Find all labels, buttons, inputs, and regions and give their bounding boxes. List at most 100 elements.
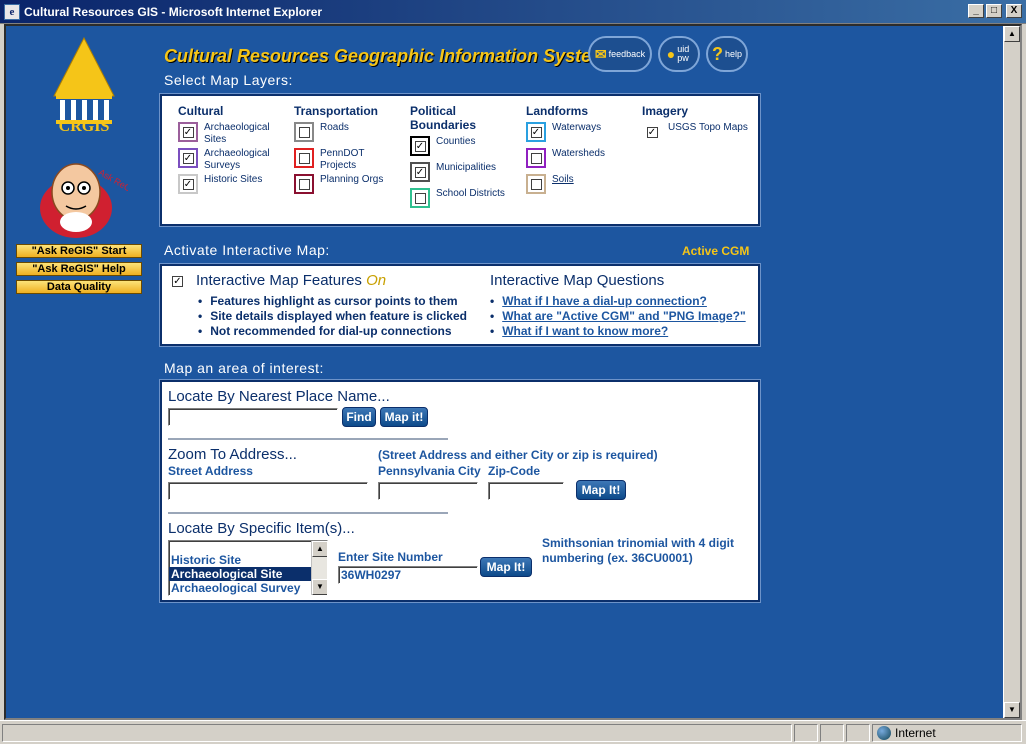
dialup-question-link[interactable]: What if I have a dial-up connection? <box>502 294 707 308</box>
envelope-icon: ✉ <box>594 45 607 62</box>
globe-icon <box>877 725 891 740</box>
layer-item[interactable]: ✓ Archaeological Sites <box>178 122 284 146</box>
feature-item: Features highlight as cursor points to t… <box>198 294 467 309</box>
layer-item[interactable]: ✓ USGS Topo Maps <box>642 122 748 142</box>
layer-checkbox[interactable] <box>298 152 310 164</box>
layer-label: Roads <box>320 122 349 133</box>
security-zone: Internet <box>872 723 1022 742</box>
layer-item[interactable]: School Districts <box>410 188 516 208</box>
place-map-it-button[interactable]: Map it! <box>380 407 428 427</box>
scroll-up-icon[interactable]: ▲ <box>312 541 327 557</box>
layer-item[interactable]: ✓ Waterways <box>526 122 632 142</box>
layer-item[interactable]: Planning Orgs <box>294 174 400 194</box>
layer-swatch <box>294 122 314 142</box>
layer-item[interactable]: Soils <box>526 174 632 194</box>
layer-swatch: ✓ <box>642 122 662 142</box>
layer-swatch: ✓ <box>178 174 198 194</box>
layer-item[interactable]: ✓ Historic Sites <box>178 174 284 194</box>
scroll-down-icon[interactable]: ▼ <box>1004 702 1020 718</box>
layer-column: Landforms <box>526 104 636 118</box>
site-map-it-button[interactable]: Map It! <box>480 557 532 577</box>
zip-label: Zip-Code <box>488 464 540 478</box>
layer-checkbox[interactable]: ✓ <box>646 126 658 138</box>
listbox-option-historic-site[interactable]: Historic Site <box>169 553 327 567</box>
feature-item: Site details displayed when feature is c… <box>198 309 467 324</box>
layer-checkbox[interactable]: ✓ <box>182 178 194 190</box>
active-cgm-label[interactable]: Active CGM <box>682 244 749 258</box>
item-heading: Locate By Specific Item(s)... <box>168 520 355 537</box>
interactive-heading: Activate Interactive Map: <box>164 242 330 258</box>
help-button[interactable]: ? help <box>706 36 748 72</box>
maximize-button[interactable]: □ <box>986 4 1002 18</box>
layer-label: Planning Orgs <box>320 174 384 185</box>
feedback-button[interactable]: ✉ feedback <box>588 36 652 72</box>
minimize-button[interactable]: _ <box>968 4 984 18</box>
scroll-down-icon[interactable]: ▼ <box>312 579 327 595</box>
place-name-input[interactable] <box>168 408 338 426</box>
scroll-up-icon[interactable]: ▲ <box>1004 26 1020 42</box>
layer-checkbox[interactable] <box>414 192 426 204</box>
city-input[interactable] <box>378 482 478 500</box>
listbox-scrollbar[interactable]: ▲ ▼ <box>311 541 327 595</box>
layer-label: Soils <box>552 174 574 185</box>
ask-regis-start-button[interactable]: "Ask ReGIS" Start <box>16 244 142 258</box>
layer-checkbox[interactable]: ✓ <box>414 140 426 152</box>
layer-checkbox[interactable] <box>530 152 542 164</box>
uid-pw-button[interactable]: ● uid pw <box>658 36 700 72</box>
layer-column-title: Transportation <box>294 104 379 118</box>
interactive-panel: ✓ Interactive Map Features On Features h… <box>159 263 761 347</box>
site-number-input[interactable]: 36WH0297 <box>338 566 478 584</box>
item-type-listbox[interactable]: Historic Site Archaeological Site Archae… <box>168 540 328 596</box>
layer-item[interactable]: ✓ Archaeological Surveys <box>178 148 284 172</box>
layer-column-title: Political Boundaries <box>410 104 477 132</box>
user-icon: ● <box>666 46 676 62</box>
feature-item: Not recommended for dial-up connections <box>198 324 467 339</box>
feedback-label: feedback <box>608 49 646 59</box>
ask-regis-help-button[interactable]: "Ask ReGIS" Help <box>16 262 142 276</box>
layer-checkbox[interactable] <box>298 126 310 138</box>
layer-checkbox[interactable]: ✓ <box>414 166 426 178</box>
question-item: What if I want to know more? <box>490 324 746 339</box>
layer-item[interactable]: Watersheds <box>526 148 632 168</box>
ask-regis-mascot-icon[interactable]: Ask ReGIS <box>32 148 128 244</box>
site-number-note: Smithsonian trinomial with 4 digit numbe… <box>542 536 735 565</box>
find-button[interactable]: Find <box>342 407 376 427</box>
layer-item[interactable]: Roads <box>294 122 400 142</box>
address-heading: Zoom To Address... <box>168 446 297 463</box>
layer-column-title: Cultural <box>178 104 224 118</box>
layer-item[interactable]: ✓ Municipalities <box>410 162 516 182</box>
layer-checkbox[interactable]: ✓ <box>182 126 194 138</box>
listbox-option-archaeological-survey[interactable]: Archaeological Survey <box>169 581 327 595</box>
layer-swatch: ✓ <box>410 136 430 156</box>
close-button[interactable]: X <box>1006 4 1022 18</box>
layers-heading: Select Map Layers: <box>164 72 293 88</box>
layer-swatch <box>526 148 546 168</box>
status-cell <box>846 723 870 742</box>
layer-checkbox[interactable] <box>530 178 542 190</box>
layer-item[interactable]: ✓ Counties <box>410 136 516 156</box>
layer-checkbox[interactable]: ✓ <box>182 152 194 164</box>
layer-swatch <box>526 174 546 194</box>
street-address-input[interactable] <box>168 482 368 500</box>
listbox-option-archaeological-site[interactable]: Archaeological Site <box>169 567 327 581</box>
address-map-it-button[interactable]: Map It! <box>576 480 626 500</box>
divider <box>168 438 448 440</box>
layer-label: Municipalities <box>436 162 497 173</box>
layer-label: School Districts <box>436 188 505 199</box>
features-title-text: Interactive Map Features <box>196 272 362 289</box>
page-scrollbar[interactable]: ▲ ▼ <box>1003 26 1020 718</box>
status-text <box>2 723 792 742</box>
layer-checkbox[interactable] <box>298 178 310 190</box>
layer-label: Counties <box>436 136 476 147</box>
layer-label: Watersheds <box>552 148 605 159</box>
data-quality-button[interactable]: Data Quality <box>16 280 142 294</box>
cgm-png-question-link[interactable]: What are "Active CGM" and "PNG Image?" <box>502 309 745 323</box>
layer-swatch <box>294 148 314 168</box>
know-more-question-link[interactable]: What if I want to know more? <box>502 324 668 338</box>
interactive-features-checkbox[interactable]: ✓ <box>172 276 183 287</box>
layer-item[interactable]: PennDOT Projects <box>294 148 400 172</box>
zip-code-input[interactable] <box>488 482 564 500</box>
map-area-panel: Locate By Nearest Place Name... Find Map… <box>159 379 761 603</box>
layer-checkbox[interactable]: ✓ <box>530 126 542 138</box>
features-title: Interactive Map Features On <box>196 272 386 289</box>
